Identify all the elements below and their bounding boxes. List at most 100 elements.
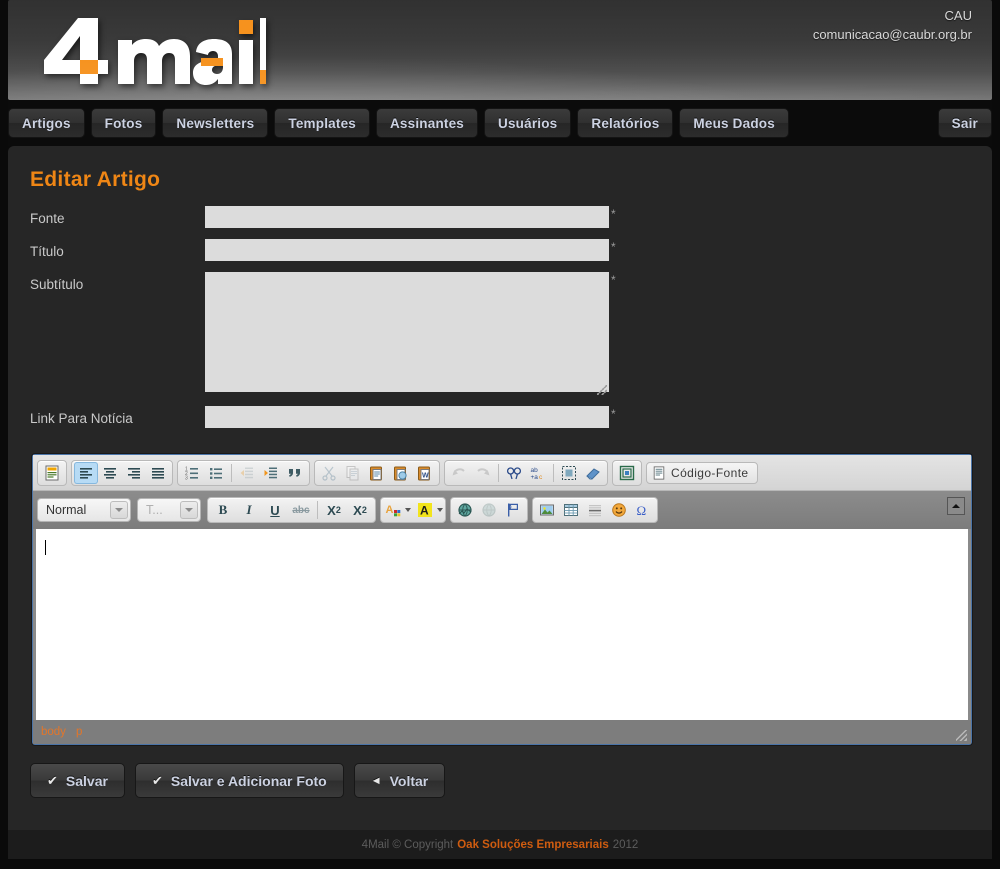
chevron-down-icon[interactable] [405, 508, 411, 512]
select-all-icon[interactable] [557, 462, 581, 484]
paste-icon[interactable] [365, 462, 389, 484]
outdent-icon[interactable] [235, 462, 259, 484]
redo-icon[interactable] [471, 462, 495, 484]
unlink-icon[interactable] [477, 499, 501, 521]
back-button[interactable]: ◄ Voltar [353, 763, 446, 798]
paste-text-icon[interactable] [389, 462, 413, 484]
justify-right-icon[interactable] [122, 462, 146, 484]
logo-4mail[interactable] [36, 14, 266, 88]
elements-path-body[interactable]: body [41, 726, 66, 738]
nav-item-newsletters[interactable]: Newsletters [162, 108, 269, 138]
toolbar-group-lists: 123 [177, 460, 310, 486]
subtitulo-textarea[interactable] [205, 272, 609, 392]
site-footer: 4Mail © Copyright Oak Soluções Empresari… [8, 830, 992, 859]
superscript-icon[interactable]: X2 [347, 499, 373, 521]
blockquote-icon[interactable] [283, 462, 307, 484]
font-name-combo[interactable]: T... [137, 498, 201, 522]
text-caret [45, 540, 46, 555]
nav-item-templates[interactable]: Templates [274, 108, 370, 138]
copy-icon[interactable] [341, 462, 365, 484]
underline-icon[interactable]: U [262, 499, 288, 521]
nav-item-meus-dados[interactable]: Meus Dados [679, 108, 789, 138]
link-icon[interactable] [453, 499, 477, 521]
svg-text:Ω: Ω [637, 503, 647, 518]
titulo-input[interactable] [205, 239, 609, 261]
nav-item-artigos[interactable]: Artigos [8, 108, 85, 138]
table-icon[interactable] [559, 499, 583, 521]
undo-icon[interactable] [447, 462, 471, 484]
source-icon [653, 466, 665, 480]
elements-path-p[interactable]: p [76, 726, 82, 738]
source-code-button[interactable]: Código-Fonte [646, 462, 758, 484]
paragraph-format-combo[interactable]: Normal [37, 498, 131, 522]
save-and-add-photo-button[interactable]: ✔ Salvar e Adicionar Foto [134, 763, 344, 798]
editor-content-area[interactable] [36, 529, 968, 720]
toolbar-group-clipboard: W [314, 460, 440, 486]
svg-text:A: A [420, 504, 429, 518]
nav-item-assinantes[interactable]: Assinantes [375, 108, 479, 138]
svg-text:W: W [422, 473, 429, 480]
nav-item-relatorios[interactable]: Relatórios [577, 108, 674, 138]
paste-word-icon[interactable]: W [413, 462, 437, 484]
save-button-label: Salvar [65, 772, 108, 789]
site-header: CAU comunicacao@caubr.org.br [8, 0, 992, 100]
justify-block-icon[interactable] [146, 462, 170, 484]
label-subtitulo: Subtítulo [30, 277, 84, 292]
svg-text:ab: ab [531, 467, 539, 474]
find-icon[interactable] [502, 462, 526, 484]
svg-text:3: 3 [185, 476, 188, 482]
templates-icon[interactable] [40, 462, 64, 484]
bold-icon[interactable]: B [210, 499, 236, 521]
anchor-icon[interactable] [501, 499, 525, 521]
bulleted-list-icon[interactable] [204, 462, 228, 484]
back-button-label: Voltar [389, 772, 429, 789]
replace-icon[interactable]: ab +a c [526, 462, 550, 484]
subtitulo-textarea-box [205, 272, 609, 397]
chevron-down-icon[interactable] [437, 508, 443, 512]
form-row-link-noticia: Link Para Notícia * [30, 406, 972, 430]
account-email: comunicacao@caubr.org.br [812, 27, 972, 42]
paragraph-format-value: Normal [46, 503, 87, 517]
nav-item-usuarios[interactable]: Usuários [484, 108, 572, 138]
italic-icon[interactable]: I [236, 499, 262, 521]
horizontal-rule-icon[interactable] [583, 499, 607, 521]
justify-center-icon[interactable] [98, 462, 122, 484]
logout-button[interactable]: Sair [937, 108, 992, 138]
remove-format-icon[interactable] [581, 462, 605, 484]
link-noticia-input[interactable] [205, 406, 609, 428]
required-mark-subtitulo: * [611, 273, 616, 287]
svg-text:+a: +a [531, 474, 539, 481]
footer-brand[interactable]: Oak Soluções Empresariais [457, 839, 609, 851]
collapse-toolbar-button[interactable] [947, 497, 965, 515]
toolbar-group-templates [37, 460, 67, 486]
field-wrap-link-noticia: * [205, 406, 616, 428]
fonte-input[interactable] [205, 206, 609, 228]
article-form: Fonte * Título * Subtítulo * Link Para N… [30, 206, 972, 430]
nav-item-fotos[interactable]: Fotos [90, 108, 157, 138]
font-name-value: T... [146, 503, 163, 517]
numbered-list-icon[interactable]: 123 [180, 462, 204, 484]
background-color-icon[interactable]: A [415, 499, 435, 521]
justify-left-icon[interactable] [74, 462, 98, 484]
indent-icon[interactable] [259, 462, 283, 484]
toolbar-group-alignment [71, 460, 173, 486]
subscript-icon[interactable]: X2 [321, 499, 347, 521]
required-mark-titulo: * [611, 240, 616, 254]
footer-year: 2012 [612, 838, 639, 851]
editor-toolbar-row-2: Normal T... B I U abc X2 X2 A A Ω [33, 491, 971, 529]
chevron-down-icon [180, 501, 198, 519]
text-color-icon[interactable]: A [383, 499, 403, 521]
smiley-icon[interactable] [607, 499, 631, 521]
toolbar-group-colors: A A [380, 497, 446, 523]
svg-text:A: A [386, 504, 394, 516]
cut-icon[interactable] [317, 462, 341, 484]
toolbar-group-basic-styles: B I U abc X2 X2 [207, 497, 376, 523]
form-actions: ✔ Salvar ✔ Salvar e Adicionar Foto ◄ Vol… [30, 763, 972, 798]
strikethrough-icon[interactable]: abc [288, 499, 314, 521]
image-icon[interactable] [535, 499, 559, 521]
toolbar-group-links [450, 497, 528, 523]
page-title: Editar Artigo [30, 168, 161, 191]
save-button[interactable]: ✔ Salvar [30, 763, 125, 798]
maximize-icon[interactable] [615, 462, 639, 484]
special-char-icon[interactable]: Ω [631, 499, 655, 521]
